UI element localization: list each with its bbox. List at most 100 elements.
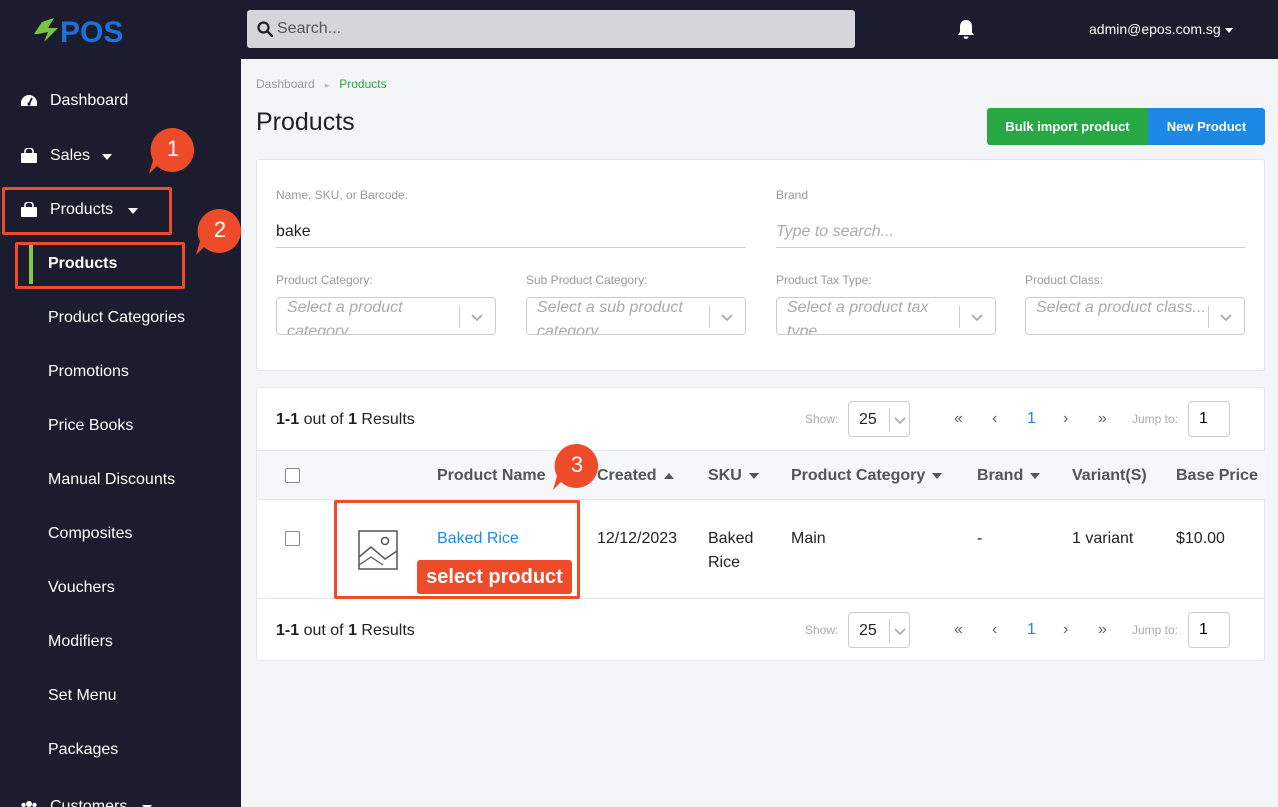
sidebar-subitem-label: Manual Discounts bbox=[48, 471, 176, 488]
sidebar-subitem-manual-discounts[interactable]: Manual Discounts bbox=[0, 460, 241, 500]
cell-base-price: $10.00 bbox=[1176, 530, 1225, 547]
category-select[interactable]: Select a product category... bbox=[276, 297, 496, 335]
class-select[interactable]: Select a product class... bbox=[1025, 297, 1245, 335]
sidebar-subitem-label: Composites bbox=[48, 525, 133, 542]
sidebar-item-customers[interactable]: Customers bbox=[0, 783, 241, 807]
subcategory-filter-label: Sub Product Category: bbox=[526, 273, 648, 287]
column-brand[interactable]: Brand bbox=[977, 467, 1041, 485]
current-page-button[interactable]: 1 bbox=[1027, 621, 1036, 639]
row-checkbox[interactable] bbox=[285, 531, 300, 546]
select-all-checkbox[interactable] bbox=[285, 468, 300, 483]
tax-select-placeholder: Select a product tax type... bbox=[787, 299, 929, 335]
sort-desc-icon bbox=[748, 472, 759, 479]
cell-sku: Baked Rice bbox=[708, 527, 753, 575]
results-range: 1-1 bbox=[276, 622, 300, 639]
select-divider bbox=[459, 306, 460, 328]
results-word: Results bbox=[361, 411, 415, 428]
sidebar-item-label: Dashboard bbox=[50, 92, 129, 109]
sidebar-subitem-vouchers[interactable]: Vouchers bbox=[0, 568, 241, 608]
cell-variants: 1 variant bbox=[1072, 530, 1134, 547]
results-range: 1-1 bbox=[276, 411, 300, 428]
results-word: Results bbox=[361, 622, 415, 639]
page-size-select[interactable]: 25 bbox=[848, 401, 910, 437]
next-page-button[interactable]: › bbox=[1063, 621, 1068, 639]
column-created[interactable]: Created bbox=[597, 467, 674, 485]
name-sku-barcode-input[interactable] bbox=[276, 216, 746, 248]
user-menu[interactable]: admin@epos.com.sg bbox=[1089, 21, 1233, 37]
jump-to-input[interactable] bbox=[1188, 401, 1230, 437]
search-input[interactable] bbox=[277, 10, 837, 48]
prev-page-button[interactable]: ‹ bbox=[992, 621, 997, 639]
breadcrumb-separator-icon: ▸ bbox=[324, 80, 330, 90]
sidebar-subitem-label: Set Menu bbox=[48, 687, 117, 704]
select-divider bbox=[959, 306, 960, 328]
current-page-button[interactable]: 1 bbox=[1027, 410, 1036, 428]
first-page-button[interactable]: « bbox=[954, 621, 963, 639]
sidebar-subitem-modifiers[interactable]: Modifiers bbox=[0, 622, 241, 662]
cell-sku-line1: Baked bbox=[708, 530, 754, 547]
chevron-down-icon bbox=[971, 314, 983, 322]
sidebar-subitem-price-books[interactable]: Price Books bbox=[0, 406, 241, 446]
chevron-down-icon bbox=[1224, 27, 1233, 33]
show-label: Show: bbox=[805, 412, 839, 426]
page-title: Products bbox=[256, 108, 355, 136]
sidebar-item-dashboard[interactable]: Dashboard bbox=[0, 81, 241, 121]
bell-icon[interactable] bbox=[955, 18, 977, 40]
top-bar: POS admin@epos.com.sg bbox=[0, 0, 1278, 59]
results-total: 1 bbox=[348, 411, 357, 428]
step-badge-number: 3 bbox=[570, 452, 584, 477]
column-variants[interactable]: Variant(S) bbox=[1072, 467, 1147, 485]
sidebar-subitem-composites[interactable]: Composites bbox=[0, 514, 241, 554]
last-page-button[interactable]: » bbox=[1098, 621, 1107, 639]
global-search[interactable] bbox=[247, 10, 855, 48]
breadcrumb-dashboard[interactable]: Dashboard bbox=[256, 77, 315, 91]
cell-sku-line2: Rice bbox=[708, 554, 741, 571]
column-sku-label: SKU bbox=[708, 467, 742, 484]
prev-page-button[interactable]: ‹ bbox=[992, 410, 997, 428]
column-created-label: Created bbox=[597, 467, 657, 484]
epos-logo[interactable]: POS bbox=[30, 12, 150, 48]
sidebar-subitem-promotions[interactable]: Promotions bbox=[0, 352, 241, 392]
column-sku[interactable]: SKU bbox=[708, 467, 759, 485]
category-select-placeholder: Select a product category... bbox=[287, 299, 403, 335]
chevron-down-icon bbox=[102, 154, 112, 160]
class-filter-label: Product Class: bbox=[1025, 273, 1104, 287]
sidebar-subitem-label: Price Books bbox=[48, 417, 134, 434]
results-out-of: out of bbox=[303, 622, 344, 639]
tax-type-select[interactable]: Select a product tax type... bbox=[776, 297, 996, 335]
sidebar-item-label: Customers bbox=[50, 798, 128, 807]
highlight-products-subitem bbox=[15, 242, 185, 289]
column-product-name[interactable]: Product Name bbox=[437, 467, 545, 485]
sidebar-item-sales[interactable]: Sales bbox=[0, 136, 241, 176]
sort-desc-icon bbox=[1030, 472, 1041, 479]
dashboard-icon bbox=[21, 95, 37, 106]
sidebar-subitem-product-categories[interactable]: Product Categories bbox=[0, 298, 241, 338]
brand-search-input[interactable] bbox=[776, 216, 1245, 248]
sidebar-item-label: Sales bbox=[50, 147, 91, 164]
jump-to-input-bottom[interactable] bbox=[1188, 612, 1230, 648]
step-badge-3: 3 bbox=[553, 442, 601, 490]
sidebar-subitem-label: Product Categories bbox=[48, 309, 185, 326]
results-count-top: 1-1 out of 1 Results bbox=[276, 411, 415, 429]
subcategory-select-placeholder: Select a sub product category... bbox=[537, 299, 683, 335]
tax-filter-label: Product Tax Type: bbox=[776, 273, 872, 287]
sidebar-subitem-label: Vouchers bbox=[48, 579, 115, 596]
new-product-button[interactable]: New Product bbox=[1148, 108, 1265, 145]
page-size-value: 25 bbox=[859, 411, 877, 428]
sidebar-subitem-packages[interactable]: Packages bbox=[0, 730, 241, 770]
bulk-import-button[interactable]: Bulk import product bbox=[987, 108, 1148, 145]
next-page-button[interactable]: › bbox=[1063, 410, 1068, 428]
subcategory-select[interactable]: Select a sub product category... bbox=[526, 297, 746, 335]
last-page-button[interactable]: » bbox=[1098, 410, 1107, 428]
name-filter-label: Name, SKU, or Barcode. bbox=[276, 188, 409, 202]
first-page-button[interactable]: « bbox=[954, 410, 963, 428]
page-size-select-bottom[interactable]: 25 bbox=[848, 612, 910, 648]
sidebar: Dashboard Sales Products Products Produc… bbox=[0, 59, 241, 807]
sidebar-subitem-set-menu[interactable]: Set Menu bbox=[0, 676, 241, 716]
column-base-price[interactable]: Base Price bbox=[1176, 467, 1258, 485]
users-icon bbox=[21, 801, 37, 807]
table-header: Product Name Created SKU Product Categor… bbox=[257, 450, 1265, 500]
chevron-down-icon bbox=[1220, 314, 1232, 322]
column-product-category[interactable]: Product Category bbox=[791, 467, 943, 485]
column-brand-label: Brand bbox=[977, 467, 1024, 484]
